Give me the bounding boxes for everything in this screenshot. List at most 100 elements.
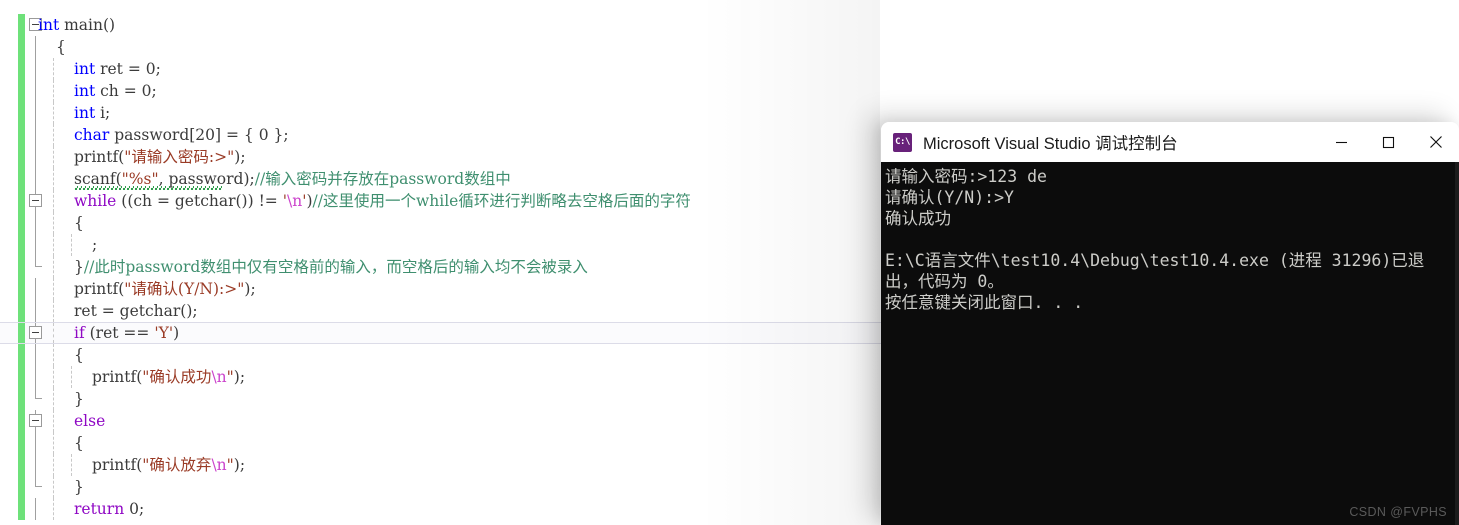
change-bar (18, 300, 25, 322)
collapse-toggle-icon[interactable] (29, 326, 42, 339)
code-text: else (74, 410, 105, 432)
code-token: char (74, 126, 110, 144)
code-token: 'Y' (154, 324, 174, 342)
change-bar (18, 498, 25, 520)
code-token: //此时password数组中仅有空格前的输入，而空格后的输入均不会被录入 (83, 258, 588, 276)
indent-guide (53, 454, 54, 476)
indent-guide (53, 300, 54, 322)
code-token: int (38, 16, 60, 34)
close-button[interactable] (1412, 122, 1459, 162)
code-text: }//此时password数组中仅有空格前的输入，而空格后的输入均不会被录入 (74, 256, 588, 278)
console-title-bar[interactable]: C:\ Microsoft Visual Studio 调试控制台 (881, 122, 1459, 162)
indent-guide (53, 366, 54, 388)
code-token: i; (95, 104, 111, 122)
minimize-button[interactable] (1318, 122, 1365, 162)
code-token: //这里使用一个while循环进行判断略去空格后面的字符 (312, 192, 691, 210)
change-bar (18, 190, 25, 212)
console-window-title: Microsoft Visual Studio 调试控制台 (923, 135, 1178, 153)
code-token: \n (211, 456, 227, 474)
code-token: { (56, 38, 66, 56)
indent-guide (53, 344, 54, 366)
collapse-toggle-icon[interactable] (29, 414, 42, 427)
code-line[interactable]: int ret = 0; (0, 58, 1459, 80)
code-token: ; (92, 236, 98, 254)
code-token: " (226, 368, 234, 386)
outline-guide (35, 498, 36, 520)
code-token: printf( (92, 368, 143, 386)
code-text: int i; (74, 102, 110, 124)
code-token: printf( (92, 456, 143, 474)
outline-guide (35, 476, 42, 487)
code-line[interactable]: int ch = 0; (0, 80, 1459, 102)
code-token: ret = getchar(); (74, 302, 198, 320)
code-token: int (74, 82, 96, 100)
code-token: ch = 0; (95, 82, 157, 100)
outline-guide (35, 212, 36, 234)
change-bar (18, 278, 25, 300)
maximize-icon (1382, 136, 1395, 148)
console-output-line: 出，代码为 0。 (885, 272, 1004, 291)
outline-guide (35, 36, 36, 58)
console-output-area[interactable]: 请输入密码:>123 de 请确认(Y/N):>Y 确认成功 E:\C语言文件\te… (881, 162, 1459, 525)
console-app-icon-label: C:\ (895, 137, 910, 147)
code-text: { (74, 344, 84, 366)
indent-guide (71, 366, 72, 388)
code-token: if (74, 324, 85, 342)
code-token: } (74, 390, 84, 408)
code-token: "请输入密码:>" (124, 148, 235, 166)
indent-guide (53, 278, 54, 300)
code-token: //输入密码并存放在password数组中 (254, 170, 511, 188)
outline-guide (35, 432, 36, 454)
code-line[interactable]: { (0, 36, 1459, 58)
code-token: { (74, 214, 84, 232)
console-scrollbar[interactable] (1455, 162, 1459, 525)
code-text: char password[20] = { 0 }; (74, 124, 289, 146)
indent-guide (53, 102, 54, 124)
outline-guide (35, 58, 36, 80)
outline-guide (35, 366, 36, 388)
collapse-toggle-icon[interactable] (29, 194, 42, 207)
maximize-button[interactable] (1365, 122, 1412, 162)
indent-guide (53, 168, 54, 190)
code-token: "请确认(Y/N):>" (124, 280, 245, 298)
code-text: printf("确认成功\n"); (92, 366, 245, 388)
outline-guide (35, 80, 36, 102)
code-text: scanf("%s", password);//输入密码并存放在password… (74, 168, 511, 190)
code-text: int ret = 0; (74, 58, 161, 80)
code-token: "确认成功 (142, 368, 212, 386)
console-output-lines: 请输入密码:>123 de 请确认(Y/N):>Y 确认成功 E:\C语言文件\te… (883, 166, 1459, 313)
indent-guide (53, 190, 54, 212)
code-token: } (74, 258, 84, 276)
change-bar (18, 454, 25, 476)
indent-guide (53, 388, 54, 410)
code-text: int main() (38, 14, 115, 36)
outline-guide (35, 388, 42, 399)
code-token: } (74, 478, 84, 496)
outline-guide (35, 168, 36, 190)
indent-guide (53, 58, 54, 80)
change-bar (18, 212, 25, 234)
debug-console-window[interactable]: C:\ Microsoft Visual Studio 调试控制台 请输入密码:… (881, 122, 1459, 525)
code-text: { (74, 212, 84, 234)
window-controls (1318, 122, 1459, 162)
minimize-icon (1336, 141, 1347, 143)
code-token: return (74, 500, 125, 518)
code-text: } (74, 476, 84, 498)
code-line[interactable]: int main() (0, 14, 1459, 36)
code-token: else (74, 412, 106, 430)
code-text: printf("请确认(Y/N):>"); (74, 278, 256, 300)
change-bar (18, 80, 25, 102)
indent-guide (71, 454, 72, 476)
code-token: printf( (74, 280, 125, 298)
code-token: { (74, 346, 84, 364)
outline-guide (35, 344, 36, 366)
indent-guide (53, 410, 54, 432)
indent-guide (53, 146, 54, 168)
code-line[interactable]: int i; (0, 102, 1459, 124)
change-bar (18, 256, 25, 278)
indent-guide (71, 234, 72, 256)
change-bar (18, 344, 25, 366)
console-output-line: 按任意键关闭此窗口. . . (885, 293, 1084, 312)
indent-guide (53, 432, 54, 454)
